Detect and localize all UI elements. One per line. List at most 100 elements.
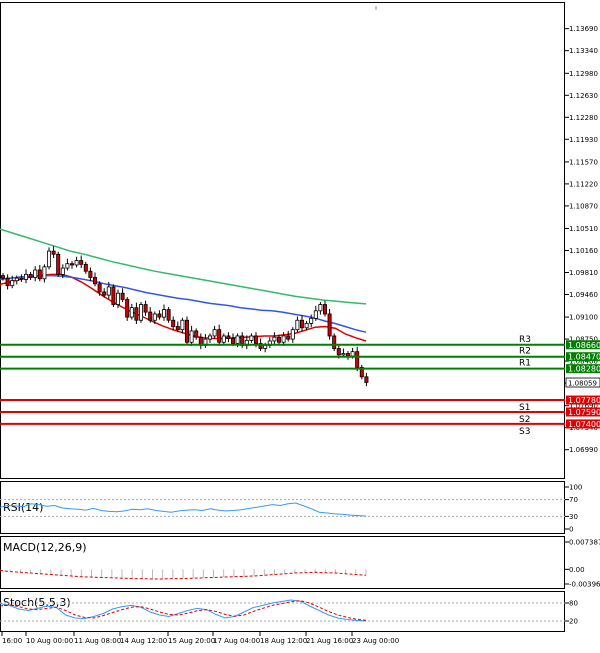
candle-body	[129, 307, 134, 318]
indicator-tick-label: 0	[569, 526, 573, 534]
candle-body	[318, 304, 323, 312]
indicator-tick-label: -0.003964	[569, 581, 600, 589]
candle-body	[175, 326, 180, 331]
candle-body	[286, 335, 291, 340]
candle-body	[125, 299, 130, 318]
candle-body	[28, 273, 33, 278]
candle-body	[272, 336, 277, 342]
indicator-title: RSI(14)	[3, 501, 43, 514]
candle-body	[14, 277, 19, 282]
price-panel	[0, 2, 565, 479]
price-tick-label: 1.11570	[569, 158, 598, 166]
candle-body	[152, 313, 157, 321]
time-tick-label: 10 Aug 00:00	[26, 637, 73, 645]
level-tag-value: 1.07780	[568, 396, 600, 405]
candle-body	[143, 304, 148, 313]
rsi-panel	[0, 481, 565, 534]
candle-body	[51, 250, 56, 255]
indicator-tick-label: 80	[569, 600, 578, 608]
price-tick-label: 1.11930	[569, 136, 598, 144]
candle-body	[364, 376, 369, 383]
level-tag-value: 1.08470	[568, 353, 600, 362]
candle-body	[102, 291, 107, 296]
price-axis: 1.13690 1.13340 1.12980 1.12630 1.12280 1.119…	[565, 25, 598, 454]
candle-body	[341, 353, 346, 356]
candle-body	[263, 344, 268, 349]
time-tick-label: 14 Aug 12:00	[120, 637, 167, 645]
level-name: R1	[519, 359, 531, 369]
price-tick-label: 1.13340	[569, 47, 598, 55]
current-price-value: 1.08059	[568, 380, 597, 388]
candle-body	[37, 269, 42, 280]
price-tick-label: 1.09100	[569, 314, 598, 322]
candle-body	[221, 335, 226, 343]
candle-body	[138, 304, 143, 321]
candle-body	[148, 311, 153, 321]
candle-body	[327, 313, 332, 337]
candle-body	[10, 280, 15, 287]
time-tick-label: 17 Aug 04:00	[213, 637, 260, 645]
candle-body	[230, 338, 235, 344]
price-tick-label: 1.06990	[569, 446, 598, 454]
forex-chart: 1.13690 1.13340 1.12980 1.12630 1.12280 1.119…	[0, 2, 600, 645]
level-tag-value: 1.08660	[568, 341, 600, 350]
candle-body	[79, 260, 84, 265]
indicator-tick-label: 20	[569, 618, 578, 626]
indicator-tick-label: 0.007387	[569, 539, 600, 547]
candle-body	[47, 250, 52, 268]
candle-body	[281, 335, 286, 343]
candle-body	[189, 330, 194, 343]
candle-body	[336, 348, 341, 356]
candle-body	[180, 319, 185, 331]
level-tag-value: 1.08280	[568, 365, 600, 374]
candle-body	[299, 319, 304, 329]
price-tick-label: 1.11220	[569, 180, 598, 188]
candle-body	[33, 269, 38, 278]
candle-body	[42, 266, 47, 280]
candle-body	[161, 309, 166, 318]
stoch-panel	[0, 591, 565, 632]
price-tick-label: 1.13690	[569, 25, 598, 33]
candle-body	[106, 286, 111, 296]
candle-body	[88, 270, 93, 278]
candle-body	[56, 253, 61, 275]
candle-body	[253, 335, 258, 344]
current-price: 1.08059	[565, 377, 600, 388]
price-tick-label: 1.12630	[569, 92, 598, 100]
price-tick-label: 1.10510	[569, 225, 598, 233]
candle-body	[226, 335, 231, 339]
candle-body	[249, 335, 254, 341]
candle-body	[83, 263, 88, 272]
candle-body	[60, 267, 65, 275]
candle-body	[97, 283, 102, 293]
candle-body	[309, 317, 314, 324]
candle-body	[212, 329, 217, 337]
candle-body	[134, 307, 139, 321]
time-tick-label: 16:00	[2, 637, 22, 645]
time-tick-label: 15 Aug 20:00	[168, 637, 215, 645]
candle-body	[290, 329, 295, 340]
candle-body	[345, 353, 350, 357]
level-name: S3	[519, 427, 530, 437]
indicator-title: MACD(12,26,9)	[3, 541, 87, 554]
candle-body	[295, 319, 300, 331]
candle-body	[157, 313, 162, 318]
candle-body	[355, 351, 360, 368]
time-tick-label: 23 Aug 00:00	[352, 637, 399, 645]
time-tick-label: 21 Aug 16:00	[306, 637, 353, 645]
candle-body	[350, 351, 355, 357]
candle-body	[23, 273, 28, 280]
candle-body	[116, 292, 121, 305]
candle-body	[194, 330, 199, 338]
candle-body	[0, 275, 6, 279]
candle-body	[70, 263, 75, 266]
price-tick-label: 1.12280	[569, 114, 598, 122]
candle-body	[93, 277, 98, 285]
price-tick-label: 1.10160	[569, 247, 598, 255]
candle-body	[171, 319, 176, 327]
candle-body	[313, 310, 318, 319]
time-axis: 16:00 10 Aug 00:00 11 Aug 08:0014 Aug 12:0…	[1, 632, 399, 645]
candle-body	[111, 286, 116, 305]
indicator-tick-label: 30	[569, 513, 578, 521]
level-tag-value: 1.07400	[568, 420, 600, 429]
